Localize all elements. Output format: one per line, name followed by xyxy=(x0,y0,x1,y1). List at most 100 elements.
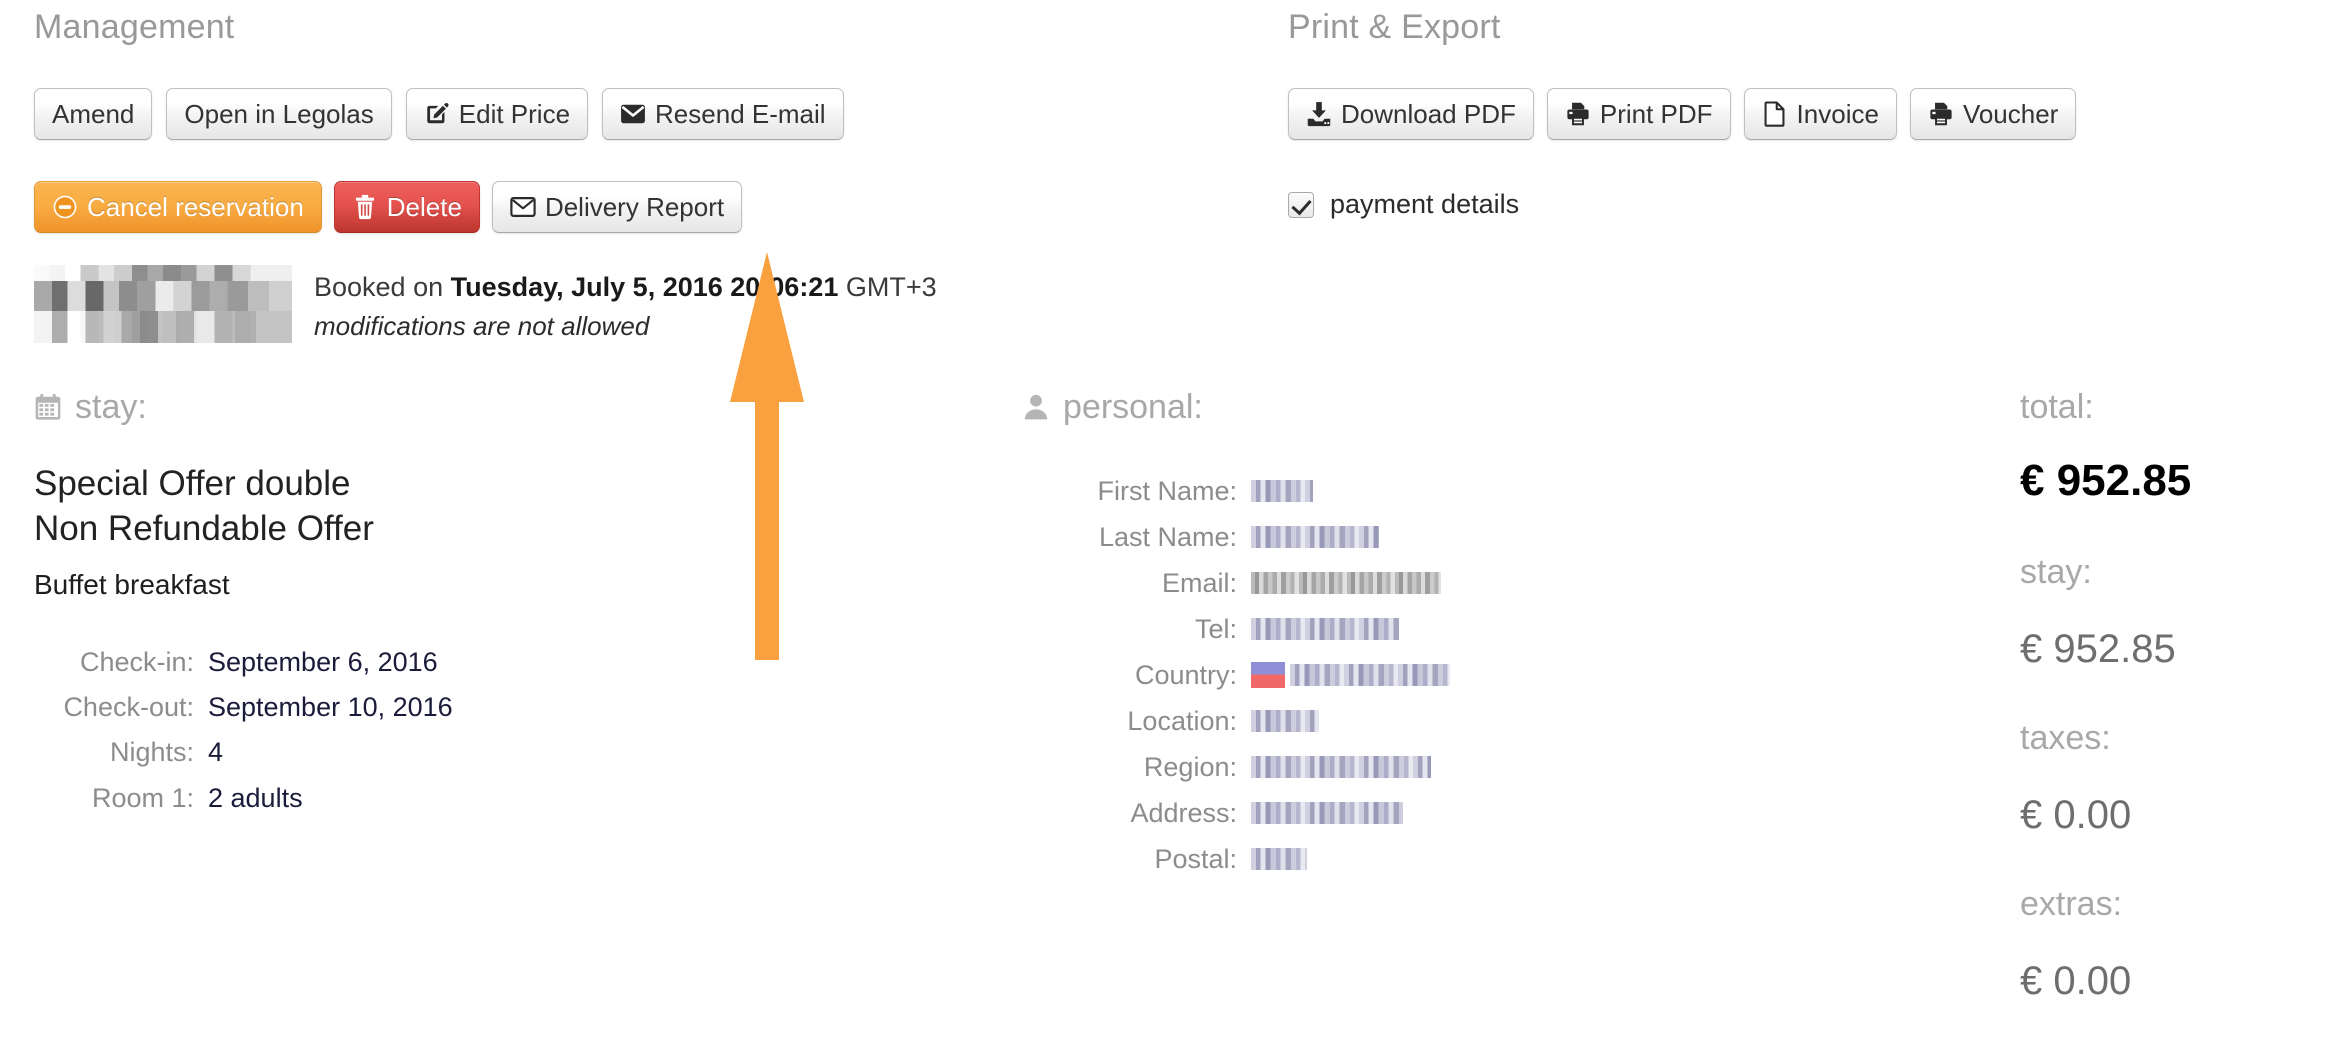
extras-amount: € 0.00 xyxy=(2020,959,2132,1003)
resend-email-button[interactable]: Resend E-mail xyxy=(602,88,844,140)
open-in-legolas-button[interactable]: Open in Legolas xyxy=(166,88,392,140)
room-type-line-1: Special Offer double xyxy=(34,464,351,503)
file-icon xyxy=(1762,101,1788,127)
email-label: Email: xyxy=(1161,567,1237,598)
tel-label: Tel: xyxy=(1194,613,1237,644)
open-in-legolas-button-label: Open in Legolas xyxy=(184,99,374,129)
total-label: total: xyxy=(2020,388,2094,426)
booking-meta-row: Booked on Tuesday, July 5, 2016 20:06:21… xyxy=(34,265,937,345)
edit-price-button-label: Edit Price xyxy=(458,99,571,129)
print-pdf-button-label: Print PDF xyxy=(1599,99,1713,129)
management-button-row-primary: Amend Open in Legolas Edit Price Resend … xyxy=(34,88,844,140)
table-row: Region: xyxy=(1022,750,1922,784)
delivery-report-button-label: Delivery Report xyxy=(544,192,725,222)
invoice-button[interactable]: Invoice xyxy=(1743,88,1897,140)
table-row: Tel: xyxy=(1022,612,1922,646)
cancel-reservation-button-label: Cancel reservation xyxy=(87,192,304,222)
taxes-label: taxes: xyxy=(2020,719,2111,757)
stay-details-table: Check-in: September 6, 2016 Check-out: S… xyxy=(34,646,964,815)
download-inbox-icon xyxy=(1306,101,1332,127)
postal-value-redacted xyxy=(1251,848,1307,870)
print-export-section-title: Print & Export xyxy=(1288,8,1501,46)
payment-details-checkbox-row: payment details xyxy=(1288,189,1519,220)
table-row: Email: xyxy=(1022,566,1922,600)
delete-button[interactable]: Delete xyxy=(333,181,480,233)
last-name-value-redacted xyxy=(1251,526,1379,548)
personal-column: personal: First Name: Last Name: Email: … xyxy=(1022,390,1922,888)
print-pdf-button[interactable]: Print PDF xyxy=(1546,88,1731,140)
region-value-redacted xyxy=(1251,756,1431,778)
delivery-report-button[interactable]: Delivery Report xyxy=(491,181,743,233)
booked-on-datetime: Tuesday, July 5, 2016 20:06:21 xyxy=(450,272,839,302)
table-row: Postal: xyxy=(1022,842,1922,876)
stay-column-heading-label: stay: xyxy=(75,388,147,426)
nights-value: 4 xyxy=(208,737,224,768)
download-pdf-button-label: Download PDF xyxy=(1341,99,1516,129)
board-type: Buffet breakfast xyxy=(34,568,230,600)
download-pdf-button[interactable]: Download PDF xyxy=(1288,88,1534,140)
table-row: Nights: 4 xyxy=(34,736,964,768)
management-button-row-secondary: Cancel reservation Delete Delivery Repor… xyxy=(34,181,743,233)
pencil-square-icon xyxy=(424,101,450,127)
postal-label: Postal: xyxy=(1154,843,1237,874)
last-name-label: Last Name: xyxy=(1098,521,1237,552)
envelope-outline-icon xyxy=(510,194,536,220)
invoice-button-label: Invoice xyxy=(1796,99,1879,129)
table-row: Location: xyxy=(1022,704,1922,738)
cancel-reservation-button[interactable]: Cancel reservation xyxy=(34,181,322,233)
print-export-button-row: Download PDF Print PDF Invoice Voucher xyxy=(1288,88,2077,140)
table-row: Country: xyxy=(1022,658,1922,692)
email-value-redacted xyxy=(1251,572,1441,594)
personal-details-table: First Name: Last Name: Email: Tel: Count… xyxy=(1022,474,1922,876)
location-value-redacted xyxy=(1251,710,1319,732)
stay-column: stay: Special Offer double Non Refundabl… xyxy=(34,390,964,827)
room-type-line-2: Non Refundable Offer xyxy=(34,508,374,548)
room-1-value: 2 adults xyxy=(208,782,303,813)
stay-total-amount: € 952.85 xyxy=(2020,627,2176,671)
stay-column-heading: stay: xyxy=(34,390,964,424)
table-row: Last Name: xyxy=(1022,520,1922,554)
voucher-button[interactable]: Voucher xyxy=(1909,88,2077,140)
booked-on-line: Booked on Tuesday, July 5, 2016 20:06:21… xyxy=(314,269,937,305)
minus-circle-icon xyxy=(52,194,78,220)
voucher-button-label: Voucher xyxy=(1962,99,2059,129)
booked-on-timezone: GMT+3 xyxy=(838,272,937,302)
first-name-label: First Name: xyxy=(1097,475,1237,506)
location-label: Location: xyxy=(1127,705,1237,736)
tel-value-redacted xyxy=(1251,618,1399,640)
payment-details-checkbox[interactable] xyxy=(1288,191,1314,218)
checkin-label: Check-in: xyxy=(79,646,194,677)
address-value-redacted xyxy=(1251,802,1403,824)
checkout-value: September 10, 2016 xyxy=(208,691,453,722)
personal-column-heading-label: personal: xyxy=(1063,388,1203,426)
table-row: First Name: xyxy=(1022,474,1922,508)
totals-column: total: € 952.85 stay: € 952.85 taxes: € … xyxy=(2020,390,2320,1001)
envelope-filled-icon xyxy=(620,101,646,127)
booking-text-column: Booked on Tuesday, July 5, 2016 20:06:21… xyxy=(314,265,937,345)
taxes-amount: € 0.00 xyxy=(2020,793,2132,837)
modifications-note: modifications are not allowed xyxy=(314,311,650,342)
personal-column-heading: personal: xyxy=(1022,390,1922,424)
table-row: Address: xyxy=(1022,796,1922,830)
country-flag-icon xyxy=(1251,662,1285,688)
user-icon xyxy=(1022,393,1050,421)
printer-icon xyxy=(1565,101,1591,127)
address-label: Address: xyxy=(1130,797,1237,828)
table-row: Room 1: 2 adults xyxy=(34,782,964,814)
amend-button-label: Amend xyxy=(52,99,135,129)
checkout-label: Check-out: xyxy=(63,691,194,722)
room-1-label: Room 1: xyxy=(91,782,194,813)
nights-label: Nights: xyxy=(109,737,194,768)
region-label: Region: xyxy=(1143,751,1237,782)
table-row: Check-in: September 6, 2016 xyxy=(34,646,964,678)
total-amount: € 952.85 xyxy=(2020,456,2192,505)
country-value-redacted xyxy=(1290,664,1450,686)
first-name-value-redacted xyxy=(1251,480,1313,502)
amend-button[interactable]: Amend xyxy=(34,88,153,140)
extras-label: extras: xyxy=(2020,885,2123,923)
booked-on-prefix: Booked on xyxy=(314,272,451,302)
edit-price-button[interactable]: Edit Price xyxy=(405,88,589,140)
management-section-title: Management xyxy=(34,8,235,46)
country-label: Country: xyxy=(1134,659,1237,690)
payment-details-label: payment details xyxy=(1330,189,1520,219)
